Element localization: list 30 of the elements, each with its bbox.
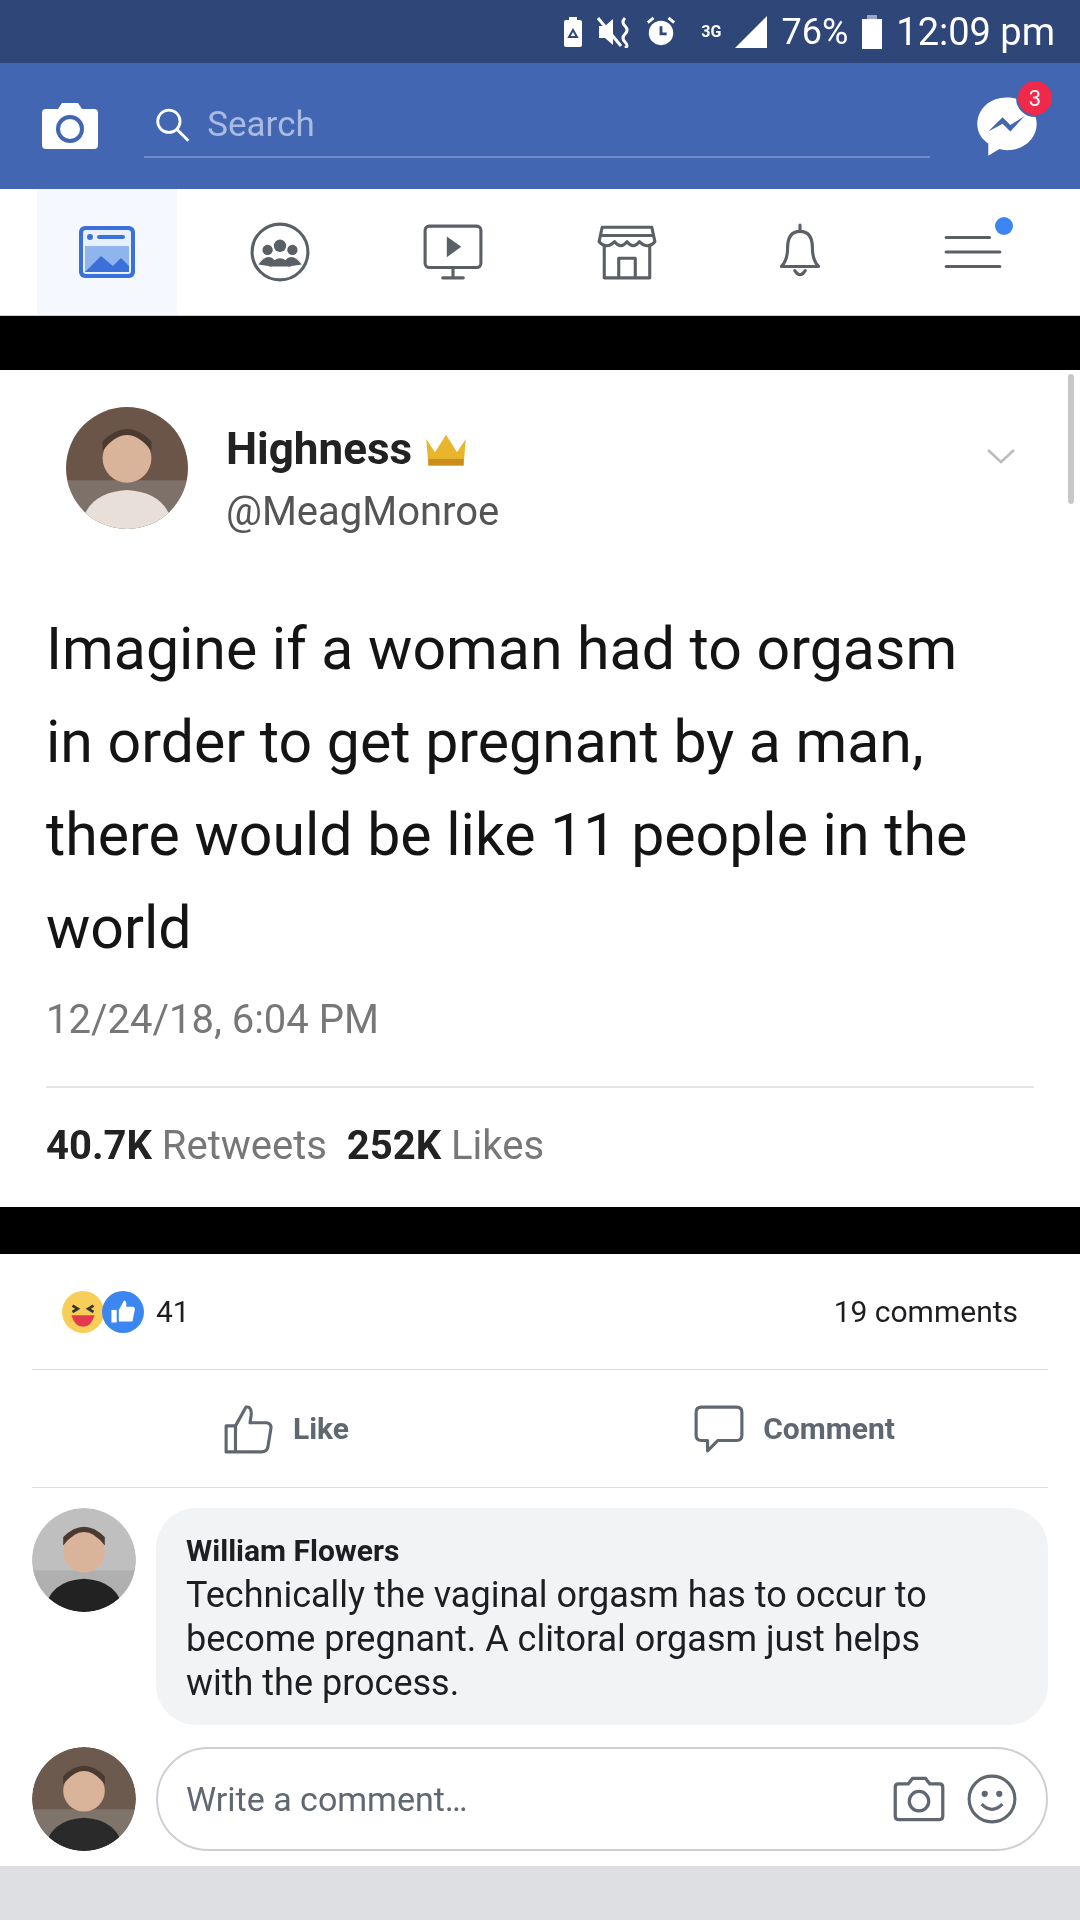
- comment-input[interactable]: Write a comment…: [186, 1773, 872, 1825]
- groups-icon: [249, 221, 311, 283]
- laughing-emoji-icon: [62, 1290, 104, 1333]
- tweet-stats: 40.7K Retweets 252K Likes: [46, 1121, 546, 1171]
- signal-icon: [735, 15, 768, 48]
- comment-composer[interactable]: Write a comment…: [156, 1747, 1048, 1851]
- reaction-count[interactable]: 41: [156, 1289, 190, 1334]
- notification-badge: 3: [1016, 79, 1054, 117]
- user-handle: @MeagMonroe: [226, 487, 501, 537]
- thumbs-up-icon: [102, 1290, 144, 1333]
- battery-icon: [862, 14, 883, 49]
- camera-icon[interactable]: [40, 101, 100, 151]
- tweet-date: 12/24/18, 6:04 PM: [46, 995, 380, 1045]
- nav-tab[interactable]: [36, 189, 177, 315]
- tweet-text: Imagine if a woman had to orgasm in order to get pregnant by a man, there would be like 11 people in the world: [46, 613, 969, 964]
- comment-text: Technically the vaginal orgasm has to occur to become pregnant. A clitoral orgasm just helps with the process.: [186, 1573, 928, 1705]
- display-name: Highness: [226, 422, 413, 477]
- clock: 12:09 pm: [896, 12, 1055, 51]
- battery-percent: 76%: [781, 13, 849, 50]
- like-button[interactable]: Like: [32, 1370, 540, 1487]
- comment-author[interactable]: William Flowers: [186, 1528, 1018, 1573]
- search-field[interactable]: Search: [207, 98, 920, 152]
- smiley-icon[interactable]: [966, 1773, 1018, 1825]
- search-bar[interactable]: Search: [144, 94, 930, 158]
- alarm-icon: [645, 15, 678, 48]
- comment-button[interactable]: Comment: [540, 1370, 1048, 1487]
- camera-icon[interactable]: [892, 1775, 946, 1823]
- comment-count[interactable]: 19 comments: [833, 1289, 1018, 1334]
- battery-saver-icon: [563, 16, 584, 47]
- network-type: 3G: [701, 23, 722, 40]
